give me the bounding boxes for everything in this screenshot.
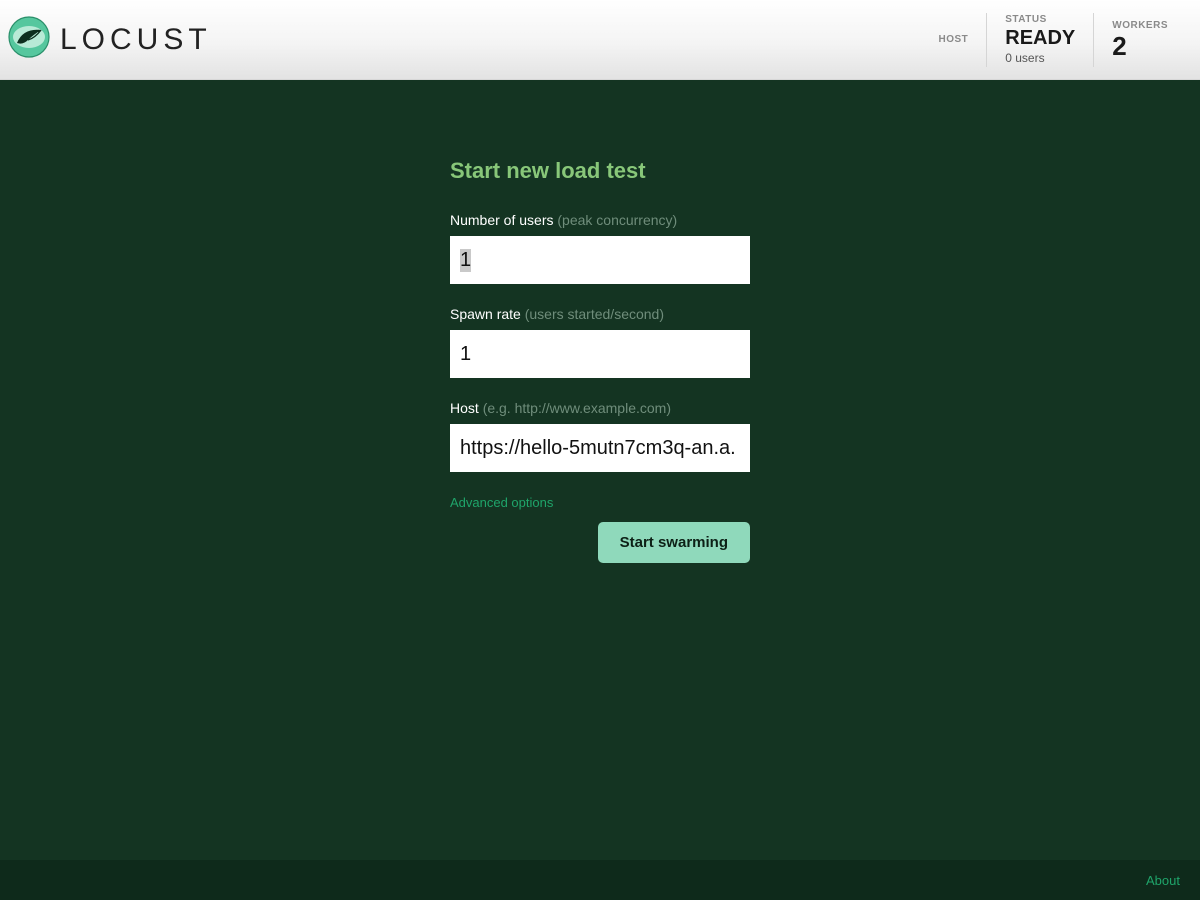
users-label: Number of users [450, 212, 553, 228]
stat-status-sub: 0 users [1005, 51, 1075, 65]
form-actions: Start swarming [450, 522, 750, 563]
stat-workers-label: WORKERS [1112, 20, 1168, 31]
stat-workers-value: 2 [1112, 33, 1168, 59]
spawn-label-row: Spawn rate (users started/second) [450, 306, 750, 322]
host-label-row: Host (e.g. http://www.example.com) [450, 400, 750, 416]
field-spawn-rate: Spawn rate (users started/second) [450, 306, 750, 378]
stat-status: STATUS READY 0 users [986, 13, 1093, 67]
stat-host-label: HOST [938, 34, 968, 45]
spawn-label: Spawn rate [450, 306, 521, 322]
brand[interactable]: LOCUST [8, 16, 212, 63]
header-stats: HOST STATUS READY 0 users WORKERS 2 [920, 13, 1186, 67]
app-footer: About [0, 860, 1200, 900]
stat-status-label: STATUS [1005, 14, 1075, 25]
brand-name: LOCUST [60, 23, 212, 57]
new-test-form: Start new load test Number of users (pea… [450, 158, 750, 860]
advanced-options-link[interactable]: Advanced options [450, 495, 553, 510]
stat-status-value: READY [1005, 27, 1075, 49]
users-input[interactable] [450, 236, 750, 284]
field-host: Host (e.g. http://www.example.com) [450, 400, 750, 472]
spawn-hint: (users started/second) [525, 306, 664, 322]
spawn-rate-input[interactable] [450, 330, 750, 378]
about-link[interactable]: About [1146, 873, 1180, 888]
stat-workers: WORKERS 2 [1093, 13, 1186, 67]
stat-host: HOST [920, 13, 986, 67]
app-header: LOCUST HOST STATUS READY 0 users WORKERS… [0, 0, 1200, 80]
host-label: Host [450, 400, 479, 416]
users-label-row: Number of users (peak concurrency) [450, 212, 750, 228]
main-content: Start new load test Number of users (pea… [0, 80, 1200, 860]
field-users: Number of users (peak concurrency) [450, 212, 750, 284]
host-hint: (e.g. http://www.example.com) [483, 400, 671, 416]
host-input[interactable] [450, 424, 750, 472]
start-swarming-button[interactable]: Start swarming [598, 522, 750, 563]
users-hint: (peak concurrency) [557, 212, 677, 228]
locust-logo-icon [8, 16, 50, 63]
form-title: Start new load test [450, 158, 750, 184]
